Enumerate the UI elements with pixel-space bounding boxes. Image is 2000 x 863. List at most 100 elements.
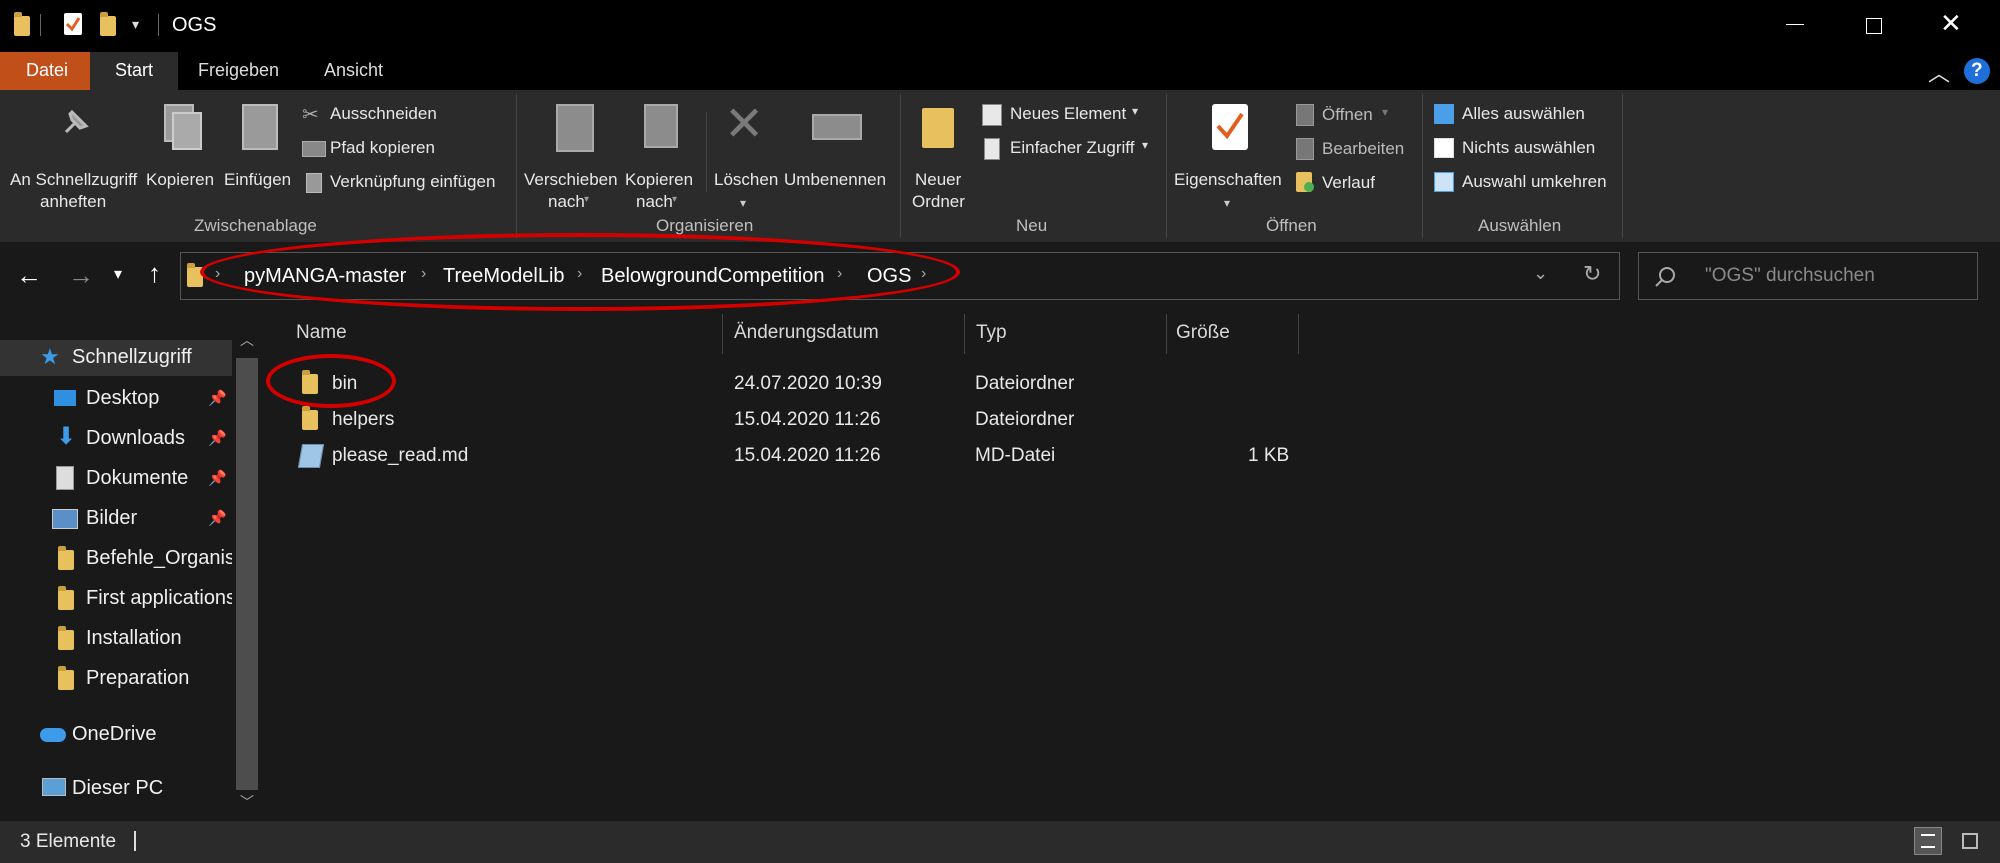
group-divider (1622, 94, 1623, 238)
invert-selection-button[interactable]: Auswahl umkehren (1432, 170, 1612, 196)
sidebar-scrollbar[interactable]: ︿ ﹀ (236, 330, 258, 820)
sidebar-item-desktop[interactable]: Desktop 📌 (0, 380, 232, 416)
history-button[interactable]: Verlauf (1294, 170, 1404, 196)
sidebar-item-folder[interactable]: Befehle_Organisa (0, 540, 232, 576)
easy-access-label: Einfacher Zugriff (1010, 138, 1135, 157)
tiles-view-button[interactable] (1956, 827, 1984, 855)
delete-button[interactable]: ✕ Löschen ▾ (710, 98, 780, 220)
move-to-button[interactable]: Verschieben nach ▾ (522, 100, 622, 211)
edit-label: Bearbeiten (1322, 139, 1405, 158)
address-history-chevron-icon[interactable]: ⌄ (1533, 263, 1548, 284)
download-icon: ⬇ (56, 423, 77, 450)
properties-button[interactable]: Eigenschaften ▾ (1172, 100, 1288, 220)
folder-icon (14, 12, 30, 36)
new-folder-quick-icon[interactable] (100, 12, 116, 36)
sidebar-item-label: OneDrive (72, 723, 157, 745)
new-item-button[interactable]: Neues Element ▾ (980, 102, 1150, 128)
cut-button[interactable]: ✂ Ausschneiden (300, 102, 500, 128)
new-folder-label: Neuer (915, 170, 962, 189)
pin-label: An Schnellzugriff (10, 170, 138, 189)
pin-icon (64, 109, 89, 134)
sidebar-item-label: Preparation (86, 667, 190, 689)
paste-icon (242, 104, 278, 150)
group-organize-label: Organisieren (656, 216, 754, 235)
column-divider (1298, 314, 1299, 354)
sidebar-item-folder[interactable]: Installation (0, 620, 232, 656)
pin-icon: 📌 (208, 390, 227, 407)
details-view-button[interactable] (1914, 827, 1942, 855)
column-header-name[interactable]: Name (282, 314, 722, 354)
help-icon[interactable]: ? (1964, 58, 1990, 84)
copy-path-icon (302, 141, 326, 157)
minimize-button[interactable] (1786, 10, 1808, 32)
scroll-down-icon[interactable]: ﹀ (240, 792, 254, 812)
sidebar-item-label: Bilder (86, 507, 138, 529)
cloud-icon (40, 728, 66, 742)
file-type: MD-Datei (975, 445, 1056, 466)
copy-button[interactable]: Kopieren (144, 100, 220, 210)
tab-share[interactable]: Freigeben (198, 60, 279, 81)
search-box[interactable]: "OGS" durchsuchen (1638, 252, 1978, 300)
easy-access-icon (984, 138, 1000, 160)
tab-view[interactable]: Ansicht (324, 60, 383, 81)
file-name: please_read.md (332, 445, 469, 466)
forward-arrow-icon[interactable]: → (68, 260, 94, 291)
back-arrow-icon[interactable]: ← (16, 260, 42, 291)
file-row[interactable]: helpers 15.04.2020 11:26 Dateiordner (282, 402, 1302, 436)
paste-shortcut-button[interactable]: Verknüpfung einfügen (300, 170, 510, 196)
folder-icon (58, 666, 74, 690)
scroll-thumb[interactable] (236, 358, 258, 790)
file-row[interactable]: bin 24.07.2020 10:39 Dateiordner (282, 366, 1302, 400)
sidebar-item-label: Downloads (86, 427, 185, 449)
column-header-size[interactable]: Größe (1168, 314, 1298, 354)
group-new-label: Neu (1016, 216, 1048, 235)
md-file-icon (297, 444, 325, 468)
group-open-label: Öffnen (1266, 216, 1317, 235)
up-arrow-icon[interactable]: ↑ (148, 258, 161, 289)
sidebar-item-documents[interactable]: Dokumente 📌 (0, 460, 232, 496)
rename-icon (812, 114, 862, 140)
sidebar-item-downloads[interactable]: ⬇ Downloads 📌 (0, 420, 232, 456)
select-all-button[interactable]: Alles auswählen (1432, 102, 1602, 128)
file-row[interactable]: please_read.md 15.04.2020 11:26 MD-Datei… (282, 438, 1302, 472)
column-header-type[interactable]: Typ (966, 314, 1166, 354)
quick-access-header[interactable]: ★ Schnellzugriff (0, 340, 232, 376)
collapse-ribbon-icon[interactable]: ︿ (1928, 56, 1950, 88)
file-date: 24.07.2020 10:39 (734, 373, 882, 394)
maximize-button[interactable] (1866, 18, 1882, 34)
recent-locations-chevron-icon[interactable]: ▾ (114, 264, 122, 284)
sidebar-item-pictures[interactable]: Bilder 📌 (0, 500, 232, 536)
sidebar-item-folder[interactable]: Preparation (0, 660, 232, 696)
sidebar-item-label: Dieser PC (72, 777, 164, 799)
properties-quick-icon[interactable] (64, 13, 82, 35)
move-to-label: Verschieben (524, 170, 618, 189)
rename-button[interactable]: Umbenennen (782, 100, 892, 210)
copy-to-icon (644, 104, 678, 148)
delete-x-icon: ✕ (724, 98, 765, 151)
new-folder-button[interactable]: Neuer Ordner (906, 100, 972, 211)
copy-path-button[interactable]: Pfad kopieren (300, 136, 500, 162)
tab-file[interactable]: Datei (0, 52, 90, 90)
select-none-label: Nichts auswählen (1462, 138, 1596, 157)
column-header-date[interactable]: Änderungsdatum (724, 314, 964, 354)
copy-to-button[interactable]: Kopieren nach ▾ (622, 100, 702, 211)
pin-quick-access-button[interactable]: An Schnellzugriff anheften (6, 100, 142, 211)
cut-label: Ausschneiden (330, 104, 437, 123)
tab-start[interactable]: Start (90, 52, 178, 90)
sidebar-item-onedrive[interactable]: OneDrive (0, 716, 232, 752)
refresh-icon[interactable]: ↻ (1583, 261, 1601, 287)
sidebar-item-folder[interactable]: First applications (0, 580, 232, 616)
edit-button[interactable]: Bearbeiten (1294, 136, 1414, 162)
copy-to-label: Kopieren (625, 170, 694, 189)
quick-access-dropdown-icon[interactable]: ▾ (132, 16, 139, 33)
history-label: Verlauf (1322, 173, 1375, 192)
close-button[interactable]: ✕ (1940, 8, 1962, 39)
select-none-button[interactable]: Nichts auswählen (1432, 136, 1602, 162)
column-divider (964, 314, 965, 354)
scroll-up-icon[interactable]: ︿ (240, 330, 254, 350)
easy-access-button[interactable]: Einfacher Zugriff ▾ (980, 136, 1160, 162)
sidebar-item-this-pc[interactable]: Dieser PC (0, 770, 232, 806)
item-count: 3 Elemente (20, 831, 117, 852)
open-button[interactable]: Öffnen ▾ (1294, 102, 1404, 128)
paste-button[interactable]: Einfügen (222, 100, 296, 210)
